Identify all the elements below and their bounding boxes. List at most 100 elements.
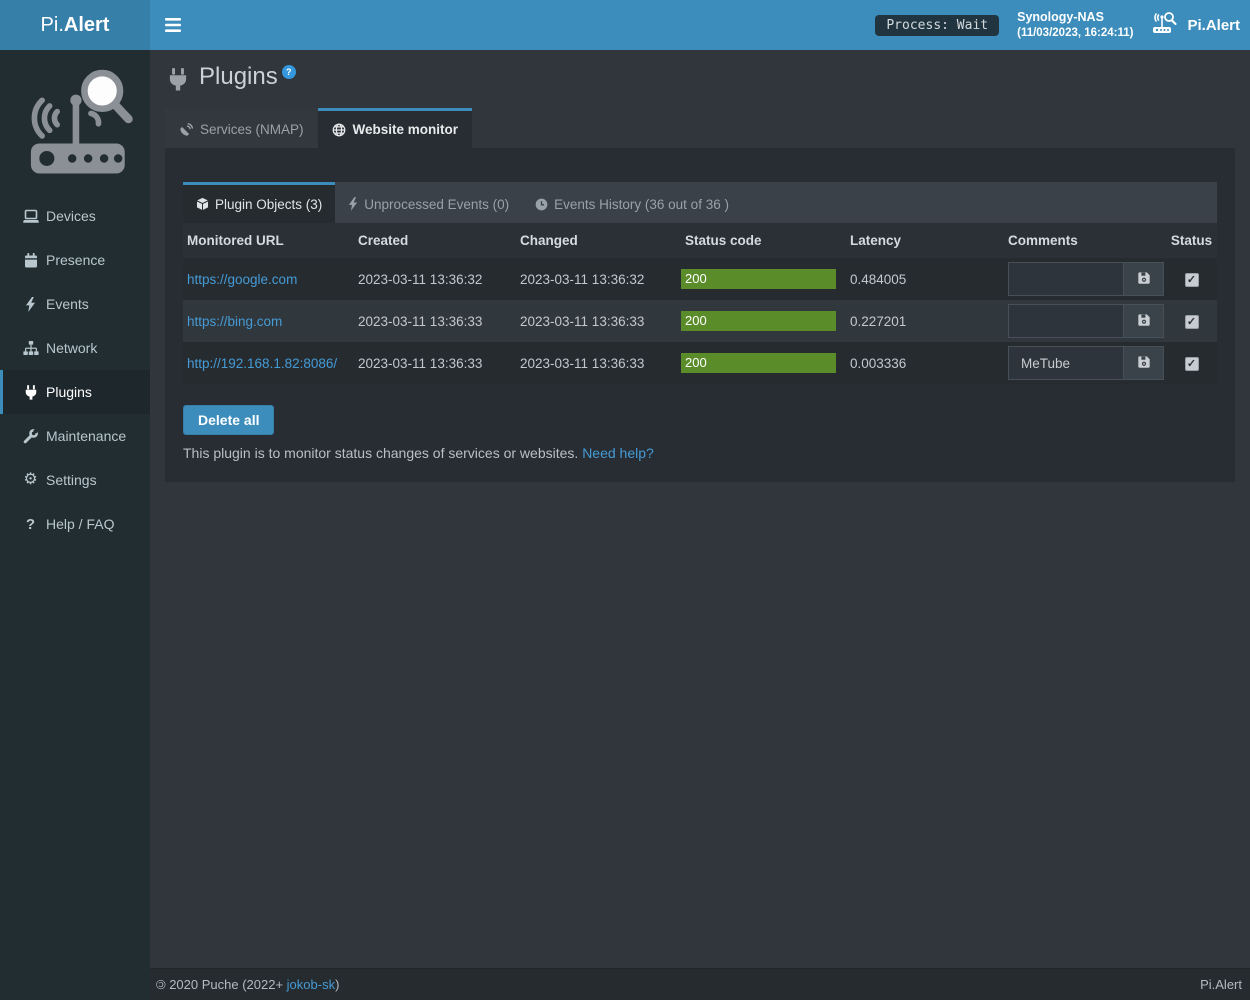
created-cell: 2023-03-11 13:36:33 — [354, 300, 516, 342]
table-row: https://google.com 2023-03-11 13:36:32 2… — [183, 258, 1217, 300]
monitored-url-link[interactable]: http://192.168.1.82:8086/ — [187, 356, 337, 371]
satellite-dish-icon — [179, 123, 193, 137]
comment-input[interactable] — [1009, 305, 1123, 337]
sidebar-item-devices[interactable]: Devices — [0, 194, 150, 238]
table-row: http://192.168.1.82:8086/ 2023-03-11 13:… — [183, 342, 1217, 384]
need-help-link[interactable]: Need help? — [582, 445, 654, 461]
brand-pi: Pi. — [41, 14, 64, 37]
content-area: Plugins ? Services (NMAP) Website monito… — [150, 50, 1250, 968]
footer-copyright: © 2020 Puche (2022+ jokob-sk) — [156, 977, 339, 992]
latency-cell: 0.484005 — [846, 258, 1004, 300]
sidebar-item-settings[interactable]: ⚙ Settings — [0, 458, 150, 502]
sitemap-icon — [22, 341, 39, 356]
plug-icon — [22, 385, 39, 400]
delete-all-button[interactable]: Delete all — [183, 405, 274, 435]
website-monitor-panel: Plugin Objects (3) Unprocessed Events (0… — [165, 148, 1235, 482]
footer-close: ) — [335, 977, 339, 992]
comment-input[interactable] — [1009, 263, 1123, 295]
column-header-status: Status — [1166, 223, 1217, 258]
sidebar-item-plugins[interactable]: Plugins — [0, 370, 150, 414]
column-header-created: Created — [354, 223, 516, 258]
sidebar-item-label: Help / FAQ — [46, 516, 114, 532]
hamburger-icon — [165, 18, 181, 32]
status-checkbox[interactable] — [1185, 315, 1199, 329]
tab-plugin-objects[interactable]: Plugin Objects (3) — [183, 182, 335, 223]
status-code-bar: 200 — [681, 269, 836, 289]
gear-icon: ⚙ — [22, 473, 39, 487]
column-header-comments: Comments — [1004, 223, 1166, 258]
created-cell: 2023-03-11 13:36:32 — [354, 258, 516, 300]
description-text: This plugin is to monitor status changes… — [183, 445, 578, 461]
footer-brand: Pi.Alert — [1200, 977, 1242, 992]
plugin-description: This plugin is to monitor status changes… — [183, 445, 1217, 461]
tab-website-monitor[interactable]: Website monitor — [318, 108, 473, 148]
sidebar: Devices Presence Events Network Plugins … — [0, 50, 150, 1000]
tab-label: Unprocessed Events (0) — [364, 197, 509, 212]
sidebar-item-network[interactable]: Network — [0, 326, 150, 370]
wrench-icon — [22, 429, 39, 444]
save-comment-button[interactable] — [1123, 305, 1163, 337]
navbar-brand[interactable]: Pi.Alert — [1151, 11, 1240, 39]
sidebar-item-presence[interactable]: Presence — [0, 238, 150, 282]
changed-cell: 2023-03-11 13:36:32 — [516, 258, 681, 300]
bolt-icon — [348, 197, 358, 211]
comment-input[interactable] — [1009, 347, 1123, 379]
footer: © 2020 Puche (2022+ jokob-sk) Pi.Alert — [150, 968, 1250, 1000]
sidebar-router-logo — [0, 50, 150, 186]
cube-icon — [196, 197, 209, 211]
changed-cell: 2023-03-11 13:36:33 — [516, 300, 681, 342]
jokob-sk-link[interactable]: jokob-sk — [287, 977, 335, 992]
footer-text: 2020 Puche (2022+ — [166, 977, 287, 992]
tab-label: Services (NMAP) — [200, 122, 304, 137]
plug-icon — [167, 68, 189, 94]
comment-input-group — [1008, 304, 1164, 338]
status-checkbox[interactable] — [1185, 357, 1199, 371]
router-scan-icon — [1151, 11, 1179, 39]
brand-alert: Alert — [64, 14, 110, 37]
floppy-save-icon — [1137, 313, 1151, 330]
sidebar-item-maintenance[interactable]: Maintenance — [0, 414, 150, 458]
status-checkbox[interactable] — [1185, 273, 1199, 287]
host-info: Synology-NAS (11/03/2023, 16:24:11) — [1017, 9, 1133, 41]
navbar-right: Process: Wait Synology-NAS (11/03/2023, … — [875, 9, 1250, 41]
sidebar-item-label: Settings — [46, 472, 97, 488]
monitored-url-link[interactable]: https://bing.com — [187, 314, 282, 329]
created-cell: 2023-03-11 13:36:33 — [354, 342, 516, 384]
laptop-icon — [22, 209, 39, 224]
sidebar-item-events[interactable]: Events — [0, 282, 150, 326]
process-status-badge: Process: Wait — [875, 15, 999, 36]
sidebar-toggle-button[interactable] — [150, 0, 195, 50]
status-code-bar: 200 — [681, 353, 836, 373]
host-time: (11/03/2023, 16:24:11) — [1017, 25, 1133, 41]
host-name: Synology-NAS — [1017, 9, 1133, 25]
sidebar-item-label: Plugins — [46, 384, 92, 400]
help-badge[interactable]: ? — [282, 65, 296, 79]
tab-label: Website monitor — [353, 122, 459, 137]
clock-icon — [535, 198, 548, 211]
plugin-objects-table: Monitored URL Created Changed Status cod… — [183, 223, 1217, 384]
changed-cell: 2023-03-11 13:36:33 — [516, 342, 681, 384]
floppy-save-icon — [1137, 271, 1151, 288]
save-comment-button[interactable] — [1123, 347, 1163, 379]
tab-services-nmap[interactable]: Services (NMAP) — [165, 108, 318, 148]
tab-label: Plugin Objects (3) — [215, 197, 322, 212]
column-header-latency: Latency — [846, 223, 1004, 258]
monitored-url-link[interactable]: https://google.com — [187, 272, 297, 287]
status-code-bar: 200 — [681, 311, 836, 331]
navbar-brand-label: Pi.Alert — [1187, 17, 1240, 34]
tab-unprocessed-events[interactable]: Unprocessed Events (0) — [335, 182, 522, 223]
plugin-section-tabs: Plugin Objects (3) Unprocessed Events (0… — [183, 182, 1217, 223]
save-comment-button[interactable] — [1123, 263, 1163, 295]
question-icon: ? — [22, 516, 39, 533]
navbar: Process: Wait Synology-NAS (11/03/2023, … — [150, 0, 1250, 50]
sidebar-item-label: Presence — [46, 252, 105, 268]
sidebar-item-label: Maintenance — [46, 428, 126, 444]
app-logo[interactable]: Pi.Alert — [0, 0, 150, 50]
latency-cell: 0.227201 — [846, 300, 1004, 342]
plugin-table-body: https://google.com 2023-03-11 13:36:32 2… — [183, 258, 1217, 384]
sidebar-item-help[interactable]: ? Help / FAQ — [0, 502, 150, 546]
page-heading: Plugins ? — [165, 55, 1235, 108]
tab-events-history[interactable]: Events History (36 out of 36 ) — [522, 182, 742, 223]
comment-input-group — [1008, 346, 1164, 380]
table-row: https://bing.com 2023-03-11 13:36:33 202… — [183, 300, 1217, 342]
